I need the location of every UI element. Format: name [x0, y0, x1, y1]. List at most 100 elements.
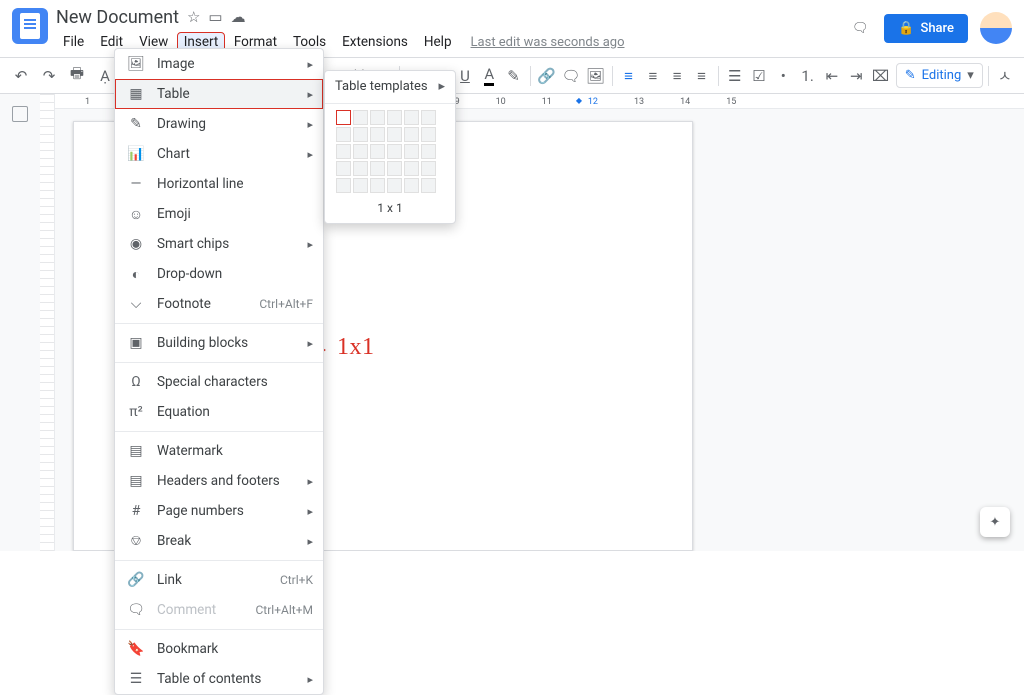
text-color-button[interactable]: A: [478, 63, 500, 89]
bulleted-list-button[interactable]: •: [772, 63, 794, 89]
insert-item-special-characters[interactable]: ΩSpecial characters: [115, 367, 323, 397]
table-size-grid[interactable]: [325, 110, 455, 193]
insert-item-break[interactable]: ⎊Break▸: [115, 526, 323, 556]
last-edit-link[interactable]: Last edit was seconds ago: [471, 35, 625, 50]
share-button[interactable]: 🔒 Share: [884, 14, 968, 43]
table-grid-cell[interactable]: [353, 178, 368, 193]
table-grid-cell[interactable]: [421, 127, 436, 142]
table-grid-cell[interactable]: [353, 161, 368, 176]
pi-icon: π²: [127, 404, 145, 420]
table-size-label: 1 x 1: [325, 193, 455, 215]
star-icon[interactable]: ☆: [187, 8, 200, 26]
menu-help[interactable]: Help: [417, 31, 459, 53]
table-grid-cell[interactable]: [370, 161, 385, 176]
insert-item-drop-down[interactable]: ◐Drop-down: [115, 259, 323, 289]
insert-item-equation[interactable]: π²Equation: [115, 397, 323, 427]
insert-item-watermark[interactable]: ▤Watermark: [115, 436, 323, 466]
table-grid-cell[interactable]: [387, 110, 402, 125]
insert-item-bookmark[interactable]: 🔖Bookmark: [115, 634, 323, 664]
docs-logo[interactable]: [12, 8, 48, 44]
insert-item-emoji[interactable]: ☺Emoji: [115, 199, 323, 229]
menu-item-label: Table of contents: [157, 671, 295, 687]
table-grid-cell[interactable]: [387, 161, 402, 176]
align-center-button[interactable]: ≡: [642, 63, 664, 89]
table-grid-cell[interactable]: [404, 127, 419, 142]
insert-image-button[interactable]: 🖼: [584, 63, 606, 89]
shortcut-label: Ctrl+K: [280, 573, 313, 587]
table-templates-item[interactable]: Table templates: [335, 79, 428, 94]
align-justify-button[interactable]: ≡: [690, 63, 712, 89]
table-grid-cell[interactable]: [387, 144, 402, 159]
table-grid-cell[interactable]: [336, 178, 351, 193]
outline-toggle[interactable]: [12, 106, 28, 122]
insert-item-table[interactable]: ▦Table▸: [115, 79, 323, 109]
insert-item-comment: 🗨CommentCtrl+Alt+M: [115, 595, 323, 625]
insert-item-drawing[interactable]: ✎Drawing▸: [115, 109, 323, 139]
print-button[interactable]: 🖶: [64, 63, 90, 89]
table-grid-cell[interactable]: [421, 161, 436, 176]
table-grid-cell[interactable]: [370, 110, 385, 125]
collapse-toolbar-button[interactable]: ㅅ: [994, 63, 1016, 89]
table-grid-cell[interactable]: [370, 127, 385, 142]
table-grid-cell[interactable]: [404, 110, 419, 125]
decrease-indent-button[interactable]: ⇤: [821, 63, 843, 89]
numbered-list-button[interactable]: 1.: [796, 63, 818, 89]
menu-extensions[interactable]: Extensions: [335, 31, 415, 53]
undo-button[interactable]: ↶: [8, 63, 34, 89]
table-grid-cell[interactable]: [370, 178, 385, 193]
insert-item-smart-chips[interactable]: ◉Smart chips▸: [115, 229, 323, 259]
dropdown-icon: ◐: [127, 266, 145, 283]
insert-item-footnote[interactable]: ⌵FootnoteCtrl+Alt+F: [115, 289, 323, 319]
insert-item-table-of-contents[interactable]: ☰Table of contents▸: [115, 664, 323, 694]
highlight-color-button[interactable]: ✎: [502, 63, 524, 89]
insert-item-chart[interactable]: 📊Chart▸: [115, 139, 323, 169]
insert-item-building-blocks[interactable]: ▣Building blocks▸: [115, 328, 323, 358]
table-grid-cell[interactable]: [421, 144, 436, 159]
insert-link-button[interactable]: 🔗: [536, 63, 558, 89]
line-spacing-button[interactable]: ☰: [724, 63, 746, 89]
chevron-right-icon: ▸: [307, 88, 313, 101]
insert-comment-button[interactable]: 🗨: [560, 63, 582, 89]
break-icon: ⎊: [127, 533, 145, 549]
increase-indent-button[interactable]: ⇥: [845, 63, 867, 89]
menu-item-label: Headers and footers: [157, 473, 295, 489]
insert-item-image[interactable]: 🖼Image▸: [115, 49, 323, 79]
table-grid-cell[interactable]: [353, 110, 368, 125]
table-grid-cell[interactable]: [336, 127, 351, 142]
menu-item-label: Break: [157, 533, 295, 549]
table-grid-cell[interactable]: [421, 110, 436, 125]
editing-mode-button[interactable]: ✎ Editing ▾: [896, 63, 983, 88]
table-grid-cell[interactable]: [336, 110, 351, 125]
account-avatar[interactable]: [980, 12, 1012, 44]
align-right-button[interactable]: ≡: [666, 63, 688, 89]
headers-icon: ▤: [127, 473, 145, 489]
table-grid-cell[interactable]: [404, 161, 419, 176]
table-grid-cell[interactable]: [387, 127, 402, 142]
menu-item-label: Special characters: [157, 374, 313, 390]
explore-button[interactable]: ✦: [980, 507, 1010, 537]
table-grid-cell[interactable]: [353, 127, 368, 142]
move-folder-icon[interactable]: ▭: [208, 8, 222, 26]
insert-item-page-numbers[interactable]: #Page numbers▸: [115, 496, 323, 526]
table-grid-cell[interactable]: [404, 178, 419, 193]
comments-history-icon[interactable]: 🗨: [848, 16, 872, 40]
insert-item-link[interactable]: 🔗LinkCtrl+K: [115, 565, 323, 595]
menu-file[interactable]: File: [56, 31, 91, 53]
insert-item-headers-and-footers[interactable]: ▤Headers and footers▸: [115, 466, 323, 496]
table-grid-cell[interactable]: [336, 161, 351, 176]
align-left-button[interactable]: ≡: [617, 63, 639, 89]
table-grid-cell[interactable]: [404, 144, 419, 159]
redo-button[interactable]: ↷: [36, 63, 62, 89]
menu-item-label: Table: [157, 86, 295, 102]
table-grid-cell[interactable]: [353, 144, 368, 159]
document-title[interactable]: New Document: [56, 7, 179, 28]
table-grid-cell[interactable]: [336, 144, 351, 159]
table-grid-cell[interactable]: [370, 144, 385, 159]
checklist-button[interactable]: ☑: [748, 63, 770, 89]
insert-item-horizontal-line[interactable]: —Horizontal line: [115, 169, 323, 199]
table-grid-cell[interactable]: [421, 178, 436, 193]
table-grid-cell[interactable]: [387, 178, 402, 193]
clear-formatting-button[interactable]: ⌧: [869, 63, 891, 89]
underline-button[interactable]: U: [454, 63, 476, 89]
chevron-right-icon: ▸: [307, 118, 313, 131]
